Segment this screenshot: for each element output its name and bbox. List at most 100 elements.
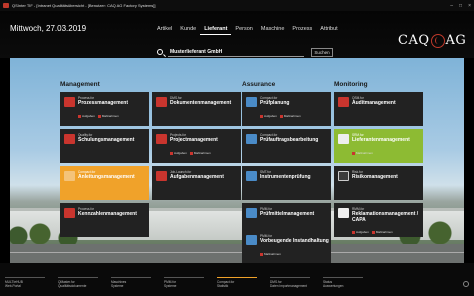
logo-text-left: CAQ: [398, 33, 430, 48]
logo-mark-icon: [430, 33, 445, 48]
badge-massnahmen[interactable]: Maßnahmen: [371, 230, 393, 234]
tile-pruefplanung[interactable]: Compact.for Prüfplanung Aufgaben Maßnahm…: [242, 92, 331, 126]
tile-title: Prüfplanung: [260, 100, 290, 106]
tile-title: Dokumentenmanagement: [170, 100, 232, 106]
nav-lieferant[interactable]: Lieferant: [200, 24, 232, 35]
tile-title: Risikomanagement: [352, 174, 398, 180]
taskbar-item-5[interactable]: DMS.for Daten Importmanagement: [265, 277, 318, 288]
tile-instandhaltung[interactable]: PMM.for Vorbeugende Instandhaltung Maßna…: [242, 230, 331, 263]
main-dashboard: Management Assurance Monitoring Process.…: [10, 58, 464, 263]
column-title-monitoring: Monitoring: [334, 81, 368, 88]
minimize-icon[interactable]: –: [450, 3, 453, 9]
search-icon: [157, 49, 163, 55]
search-input[interactable]: Musterlieferant GmbH: [168, 48, 304, 57]
training-icon: [64, 134, 75, 144]
tile-title: Kennzahlenmanagement: [78, 211, 137, 217]
tile-title: Instrumentenprüfung: [260, 174, 311, 180]
entity-nav: Artikel Kunde Lieferant Person Maschine …: [153, 24, 342, 35]
taskbar-item-2[interactable]: Maschines Systeme: [106, 277, 159, 288]
tile-kennzahlenmanagement[interactable]: Process.for Kennzahlenmanagement: [60, 203, 149, 237]
tile-title: Projectmanagement: [170, 137, 218, 143]
date-label: Mittwoch, 27.03.2019: [10, 24, 87, 33]
document-icon: [156, 97, 167, 107]
kpi-icon: [64, 208, 75, 218]
nav-attribut[interactable]: Attribut: [316, 24, 341, 35]
app-icon: [3, 3, 9, 8]
search-button[interactable]: Suchen: [311, 48, 333, 57]
header: Mittwoch, 27.03.2019 Artikel Kunde Liefe…: [0, 11, 474, 58]
tile-dokumentenmanagement[interactable]: DMS.for Dokumentenmanagement: [152, 92, 241, 126]
tile-title: Prüfauftragsbearbeitung: [260, 137, 319, 143]
tile-prozessmanagement[interactable]: Process.for Prozessmanagement Aufgaben M…: [60, 92, 149, 126]
inspection-order-icon: [246, 134, 257, 144]
badge-massnahmen[interactable]: Maßnahmen: [260, 252, 281, 256]
window-controls: – □ ×: [450, 3, 471, 9]
supplier-icon: [338, 134, 349, 144]
taskbar-item-4[interactable]: Compact.for Statistik: [212, 277, 265, 288]
maximize-icon[interactable]: □: [459, 3, 462, 9]
logo-text-right: AG: [445, 33, 467, 48]
tile-badges: Maßnahmen: [260, 252, 281, 256]
taskbar-items: MULTIeHUB Web-Portal QMaster.for Qualitä…: [0, 277, 474, 288]
tile-schulungsmanagement[interactable]: Quality.for Schulungsmanagement: [60, 129, 149, 163]
tile-title: Vorbeugende Instandhaltung: [260, 238, 329, 244]
badge-massnahmen[interactable]: Maßnahmen: [352, 151, 373, 155]
tile-aufgabenmanagement[interactable]: Job-Launch.for Aufgabenmanagement: [152, 166, 241, 200]
taskbar-item-3[interactable]: PMM.for Systeme: [159, 277, 212, 288]
badge-aufgaben[interactable]: Aufgaben: [170, 151, 187, 155]
complaint-icon: [338, 208, 349, 218]
window-title: QSInter TIF - [Intranet Qualitätsübersic…: [12, 3, 156, 8]
tile-title: Schulungsmanagement: [78, 137, 135, 143]
tile-pruefauftragsbearbeitung[interactable]: Compact.for Prüfauftragsbearbeitung: [242, 129, 331, 163]
tile-reklamationsmanagement[interactable]: RMM.for Reklamationsmanagement / CAPA Au…: [334, 203, 423, 237]
audit-icon: [338, 97, 349, 107]
maintenance-icon: [246, 235, 257, 245]
badge-aufgaben[interactable]: Aufgaben: [260, 114, 277, 118]
nav-artikel[interactable]: Artikel: [153, 24, 176, 35]
settings-icon[interactable]: [463, 281, 469, 287]
tile-title: Lieferantenmanagement: [352, 137, 410, 143]
tile-anleitungsmanagement[interactable]: Compact.for Anleitungsmanagement: [60, 166, 149, 200]
close-icon[interactable]: ×: [468, 3, 471, 9]
instruction-icon: [64, 171, 75, 181]
tile-badges: Aufgaben Maßnahmen: [78, 114, 119, 118]
planning-icon: [246, 97, 257, 107]
tile-auditmanagement[interactable]: QSM.for Auditmanagement: [334, 92, 423, 126]
badge-aufgaben[interactable]: Aufgaben: [352, 230, 369, 234]
tile-badges: Aufgaben Maßnahmen: [352, 230, 393, 234]
background-road: [10, 244, 464, 263]
badge-aufgaben[interactable]: Aufgaben: [78, 114, 95, 118]
risk-icon: [338, 171, 349, 181]
process-icon: [64, 97, 75, 107]
bottom-taskbar: MULTIeHUB Web-Portal QMaster.for Qualitä…: [0, 263, 474, 296]
tile-title: Prüfmittelmanagement: [260, 211, 315, 217]
badge-massnahmen[interactable]: Maßnahmen: [189, 151, 211, 155]
tile-title: Aufgabenmanagement: [170, 174, 224, 180]
taskbar-item-0[interactable]: MULTIeHUB Web-Portal: [0, 277, 53, 288]
tile-projectmanagement[interactable]: Projects.for Projectmanagement Aufgaben …: [152, 129, 241, 163]
taskbar-item-6[interactable]: Status Auswertungen: [318, 277, 371, 288]
instrument-icon: [246, 171, 257, 181]
tile-badges: Maßnahmen: [352, 151, 373, 155]
nav-prozess[interactable]: Prozess: [288, 24, 316, 35]
task-icon: [156, 171, 167, 181]
tile-instrumentenpruefung[interactable]: SMT.for Instrumentenprüfung: [242, 166, 331, 200]
tile-badges: Aufgaben Maßnahmen: [170, 151, 211, 155]
badge-massnahmen[interactable]: Maßnahmen: [279, 114, 301, 118]
nav-maschine[interactable]: Maschine: [257, 24, 289, 35]
title-bar: QSInter TIF - [Intranet Qualitätsübersic…: [0, 0, 474, 11]
tile-title: Anleitungsmanagement: [78, 174, 135, 180]
badge-massnahmen[interactable]: Maßnahmen: [97, 114, 119, 118]
project-icon: [156, 134, 167, 144]
tile-risikomanagement[interactable]: Risk.for Risikomanagement: [334, 166, 423, 200]
taskbar-item-1[interactable]: QMaster.for Qualitätsdokumente: [53, 277, 106, 288]
nav-person[interactable]: Person: [231, 24, 256, 35]
gauge-icon: [246, 208, 257, 218]
tile-title: Reklamationsmanagement / CAPA: [352, 211, 419, 223]
nav-kunde[interactable]: Kunde: [176, 24, 200, 35]
tile-title: Prozessmanagement: [78, 100, 129, 106]
tile-title: Auditmanagement: [352, 100, 396, 106]
tile-lieferantenmanagement[interactable]: SRM.for Lieferantenmanagement Maßnahmen: [334, 129, 423, 163]
column-title-assurance: Assurance: [242, 81, 276, 88]
caq-logo: CAQ AG: [398, 33, 466, 48]
